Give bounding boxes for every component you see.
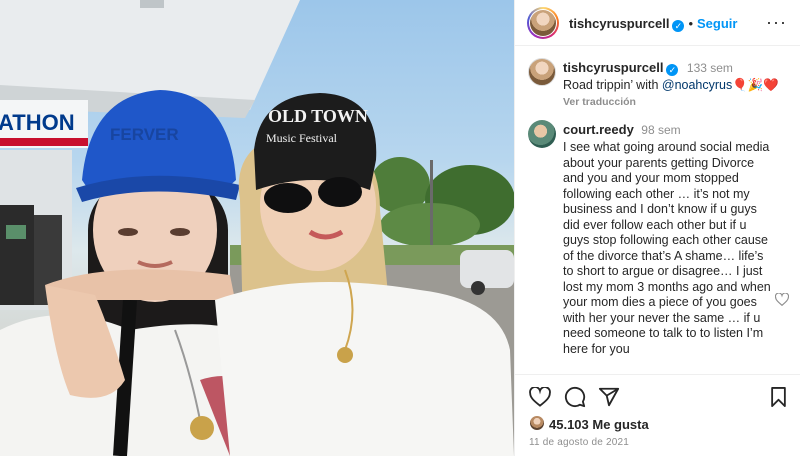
- bookmark-icon[interactable]: [770, 387, 787, 407]
- hat-right-line2: Music Festival: [266, 131, 338, 145]
- comment-username[interactable]: court.reedy: [563, 122, 634, 137]
- caption-emoji: 🎈🎉❤️: [732, 78, 779, 92]
- more-icon[interactable]: ···: [766, 12, 787, 33]
- verified-icon: ✓: [666, 64, 679, 76]
- author-avatar[interactable]: [527, 7, 559, 39]
- comment-like-icon[interactable]: [775, 293, 789, 306]
- caption-text: Road trippin’ with @noahcyrus🎈🎉❤️: [563, 78, 793, 94]
- share-icon[interactable]: [598, 386, 620, 408]
- header-username[interactable]: tishcyruspurcell: [569, 16, 669, 31]
- verified-icon: ✓: [672, 20, 685, 32]
- post-date[interactable]: 11 de agosto de 2021: [529, 437, 629, 448]
- hat-right-line1: OLD TOWN: [268, 106, 368, 126]
- comment-icon[interactable]: [564, 386, 586, 408]
- likes-count[interactable]: 45.103 Me gusta: [549, 417, 649, 432]
- comment-avatar[interactable]: [528, 120, 556, 148]
- hat-left-text: FERVER: [110, 125, 179, 144]
- caption-time[interactable]: 133 sem: [687, 61, 733, 75]
- comment-text: I see what going around social media abo…: [563, 140, 771, 356]
- caption-mention[interactable]: @noahcyrus: [662, 78, 732, 92]
- separator-dot: •: [688, 16, 693, 31]
- comment-time[interactable]: 98 sem: [641, 123, 680, 137]
- post-header: tishcyruspurcell ✓ • Seguir ···: [515, 0, 800, 46]
- post-photo[interactable]: ATHON FERVER OLD TOWN Music Festival: [0, 0, 514, 456]
- likes-avatar[interactable]: [529, 415, 545, 431]
- caption-username[interactable]: tishcyruspurcell: [563, 60, 663, 75]
- translate-link[interactable]: Ver traducción: [563, 96, 793, 108]
- post-actions: 45.103 Me gusta 11 de agosto de 2021: [515, 374, 800, 456]
- caption-avatar[interactable]: [528, 58, 556, 86]
- photo-illustration: ATHON FERVER OLD TOWN Music Festival: [0, 0, 514, 456]
- station-sign-text: ATHON: [0, 110, 75, 135]
- post-sidebar: tishcyruspurcell ✓ • Seguir ··· tishcyruspu…: [514, 0, 800, 456]
- caption-text-prefix: Road trippin’ with: [563, 78, 662, 92]
- heart-icon[interactable]: [529, 387, 551, 407]
- follow-button[interactable]: Seguir: [697, 16, 737, 31]
- comments-area[interactable]: tishcyruspurcell ✓ 133 sem Road trippin’ …: [515, 47, 800, 373]
